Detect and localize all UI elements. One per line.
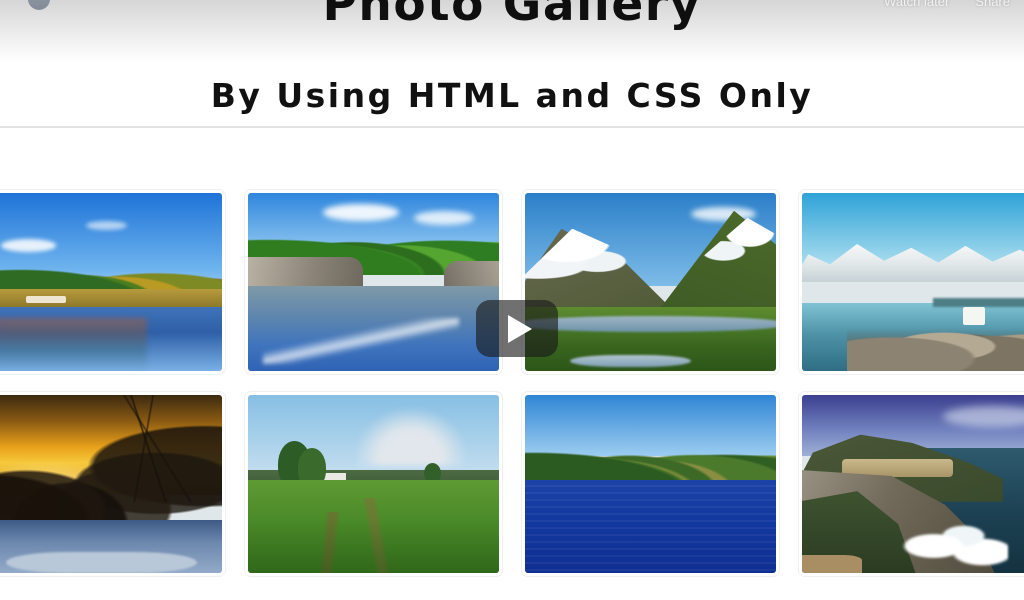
photo-grid xyxy=(0,190,1024,576)
player-actions: Watch later Share xyxy=(884,0,1010,9)
gallery-photo-7[interactable] xyxy=(522,392,779,576)
photo-farm-fields xyxy=(248,395,499,573)
share-button[interactable]: Share xyxy=(975,0,1010,9)
gallery-photo-2[interactable] xyxy=(245,190,502,374)
play-button[interactable] xyxy=(476,300,558,357)
page-subtitle: By Using HTML and CSS Only xyxy=(210,76,814,115)
gallery-photo-6[interactable] xyxy=(245,392,502,576)
gallery-photo-1[interactable] xyxy=(0,190,225,374)
play-icon xyxy=(507,314,532,343)
player-top-bar: Watch later Share xyxy=(0,0,1024,22)
photo-coastal-cliffs xyxy=(802,395,1024,573)
photo-glacier-bay xyxy=(802,193,1024,371)
gallery-photo-3[interactable] xyxy=(522,190,779,374)
photo-blue-lake-forest xyxy=(525,395,776,573)
photo-autumn-lake xyxy=(0,193,222,371)
watch-later-button[interactable]: Watch later xyxy=(884,0,949,9)
photo-rocky-river xyxy=(248,193,499,371)
avatar[interactable] xyxy=(28,0,50,10)
gallery-photo-4[interactable] xyxy=(799,190,1024,374)
photo-snowy-mountains xyxy=(525,193,776,371)
gallery-photo-5[interactable] xyxy=(0,392,225,576)
gallery-photo-8[interactable] xyxy=(799,392,1024,576)
photo-winter-sunset xyxy=(0,395,222,573)
